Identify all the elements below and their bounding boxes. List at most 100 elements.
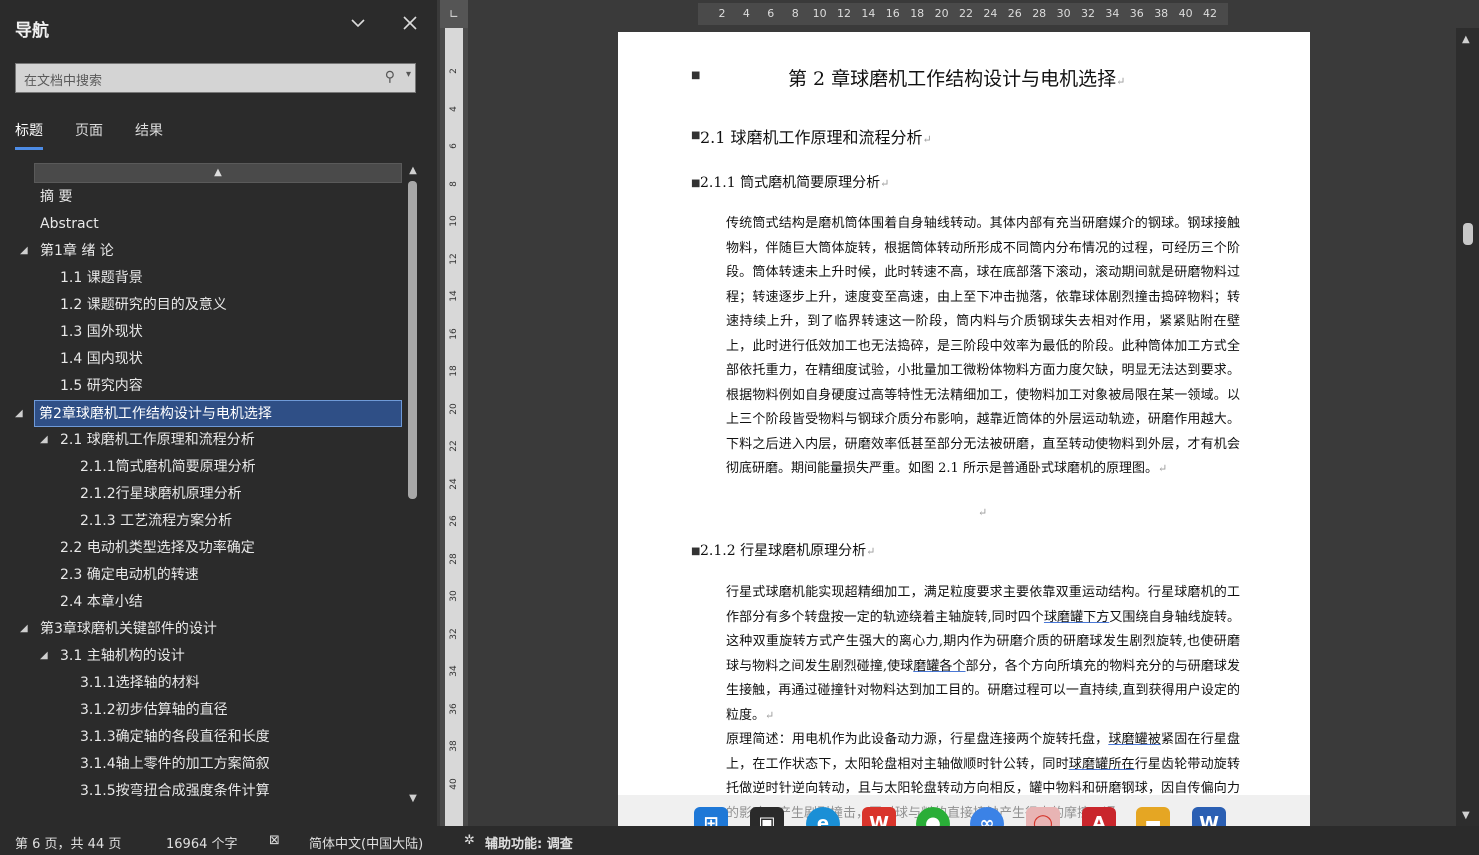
scroll-up-icon[interactable]: ▲	[1462, 34, 1470, 45]
document-scroll-thumb[interactable]	[1463, 223, 1473, 245]
tree-item-label: Abstract	[40, 216, 99, 232]
expand-triangle-icon[interactable]: ◢	[40, 427, 48, 453]
tree-item[interactable]: 1.5 研究内容	[60, 373, 143, 400]
tree-item[interactable]: 1.4 国内现状	[60, 346, 143, 373]
ruler-number: 28	[449, 552, 459, 565]
horizontal-ruler[interactable]: 2 4 6 8 10 12 14 16 18 20 22 24 26 28 30 32 34 36 38 40 42	[472, 0, 1452, 28]
nav-scroll-thumb[interactable]	[408, 181, 417, 499]
heading-3-a[interactable]: 2.1.1 筒式磨机简要原理分析↵	[700, 172, 889, 192]
ruler-number: 4	[449, 105, 459, 112]
ruler-number: 38	[449, 740, 459, 752]
paragraph-2[interactable]: 行星式球磨机能实现超精细加工，满足粒度要求主要依靠双重运动结构。行星球磨机的工作…	[700, 581, 1240, 826]
ruler-number: 34	[449, 665, 459, 677]
expand-triangle-icon[interactable]: ◢	[15, 401, 23, 427]
tree-item[interactable]: 2.2 电动机类型选择及功率确定	[60, 535, 255, 562]
ruler-number: 38	[1154, 7, 1169, 20]
document-page[interactable]: ■ 第 2 章球磨机工作结构设计与电机选择↵ ■ 2.1 球磨机工作原理和流程分…	[618, 32, 1310, 826]
tab-selector-icon[interactable]: ∟	[440, 0, 468, 28]
tree-item[interactable]: 3.1.3确定轴的各段直径和长度	[80, 724, 270, 751]
nav-title: 导航	[15, 21, 49, 41]
accessibility-icon[interactable]: ✲	[464, 833, 475, 848]
scroll-down-icon[interactable]: ▼	[1462, 810, 1470, 821]
ruler-number: 32	[449, 627, 459, 640]
scroll-up-arrow-icon[interactable]: ▲	[34, 163, 402, 183]
page-count[interactable]: 第 6 页，共 44 页	[15, 833, 121, 852]
ruler-number: 2	[718, 7, 726, 20]
tree-item[interactable]: ◢ 3.1 主轴机构的设计	[40, 643, 185, 670]
tree-item-selected[interactable]: ◢ 第2章球磨机工作结构设计与电机选择	[15, 400, 402, 427]
proofing-icon[interactable]: ⊠	[269, 833, 280, 848]
tree-item[interactable]: ◢ 第3章球磨机关键部件的设计	[20, 616, 217, 643]
tree-item[interactable]: Abstract	[40, 211, 99, 238]
tree-item[interactable]: ◢ 第1章 绪 论	[20, 238, 114, 265]
close-icon[interactable]	[398, 14, 422, 38]
ruler-number: 14	[449, 290, 459, 302]
word-count[interactable]: 16964 个字	[166, 833, 238, 852]
nav-scrollbar[interactable]: ▲ ▼	[405, 163, 421, 808]
ruler-number: 40	[1178, 7, 1193, 20]
tree-item-label: 2.1.2行星球磨机原理分析	[80, 486, 242, 502]
accessibility-status[interactable]: 辅助功能: 调查	[485, 833, 573, 852]
tree-item[interactable]: 2.1.2行星球磨机原理分析	[80, 481, 242, 508]
tree-item[interactable]: 2.1.1筒式磨机简要原理分析	[80, 454, 256, 481]
ruler-number: 30	[1056, 7, 1071, 20]
tab-results[interactable]: 结果	[135, 120, 163, 140]
tree-item-label: 1.2 课题研究的目的及意义	[60, 297, 227, 313]
tree-item[interactable]: 3.1.1选择轴的材料	[80, 670, 200, 697]
ruler-number: 4	[742, 7, 750, 20]
document-scrollbar[interactable]: ▲ ▼	[1456, 28, 1479, 826]
tab-headings[interactable]: 标题	[15, 120, 43, 150]
tree-item-label: 1.5 研究内容	[60, 378, 143, 394]
tree-item-label: 1.1 课题背景	[60, 270, 143, 286]
ruler-number: 26	[1007, 7, 1022, 20]
search-input[interactable]: 在文档中搜索 ⚲ ▾	[15, 63, 416, 93]
tree-item-label: 3.1.3确定轴的各段直径和长度	[80, 729, 270, 745]
heading-2[interactable]: 2.1 球磨机工作原理和流程分析↵	[700, 124, 932, 148]
tree-item-label: 2.4 本章小结	[60, 594, 143, 610]
language-indicator[interactable]: 简体中文(中国大陆)	[309, 833, 423, 852]
tree-item[interactable]: 2.4 本章小结	[60, 589, 143, 616]
ruler-number: 26	[449, 515, 459, 527]
tab-pages[interactable]: 页面	[75, 120, 103, 140]
tree-item[interactable]: 1.2 课题研究的目的及意义	[60, 292, 227, 319]
chapter-title[interactable]: 第 2 章球磨机工作结构设计与电机选择↵	[788, 64, 1125, 91]
tree-item[interactable]: 3.1.5按弯扭合成强度条件计算	[80, 778, 270, 799]
ruler-number: 34	[1105, 7, 1120, 20]
tree-item-label: 2.3 确定电动机的转速	[60, 567, 199, 583]
tree-item[interactable]: 2.3 确定电动机的转速	[60, 562, 199, 589]
search-dropdown-icon[interactable]: ▾	[406, 69, 411, 80]
paragraph-1[interactable]: 传统筒式结构是磨机筒体围着自身轴线转动。其体内部有充当研磨媒介的钢球。钢球接触物…	[700, 212, 1240, 482]
ruler-number: 12	[837, 7, 851, 20]
tree-item[interactable]: 3.1.2初步估算轴的直径	[80, 697, 228, 724]
tree-item[interactable]: 3.1.4轴上零件的加工方案简叙	[80, 751, 270, 778]
tree-item-label: 3.1.5按弯扭合成强度条件计算	[80, 783, 270, 799]
tree-item-label: 摘 要	[40, 189, 73, 205]
ruler-number: 32	[1081, 7, 1095, 20]
tree-item[interactable]: 1.3 国外现状	[60, 319, 143, 346]
tree-item-label: 第3章球磨机关键部件的设计	[40, 621, 217, 637]
scroll-down-icon[interactable]: ▼	[407, 793, 419, 804]
expand-triangle-icon[interactable]: ◢	[40, 643, 48, 669]
status-bar: 第 6 页，共 44 页 16964 个字 ⊠ 简体中文(中国大陆) ✲ 辅助功…	[0, 826, 1479, 855]
ruler-number: 24	[983, 7, 998, 20]
tree-item[interactable]: ◢ 2.1 球磨机工作原理和流程分析	[40, 427, 255, 454]
ruler-number: 18	[449, 365, 459, 377]
expand-triangle-icon[interactable]: ◢	[20, 616, 28, 642]
tree-item[interactable]: 2.1.3 工艺流程方案分析	[80, 508, 232, 535]
ruler-number: 16	[885, 7, 900, 20]
scroll-up-icon[interactable]: ▲	[407, 165, 419, 176]
heading-3-b[interactable]: 2.1.2 行星球磨机原理分析↵	[700, 540, 875, 560]
ruler-number: 22	[449, 440, 459, 452]
tree-item[interactable]: 摘 要	[40, 184, 72, 211]
search-icon[interactable]: ⚲	[385, 69, 395, 85]
expand-triangle-icon[interactable]: ◢	[20, 238, 28, 264]
ruler-number: 36	[449, 702, 459, 715]
ruler-number: 12	[449, 252, 459, 265]
tree-item-label: 3.1.4轴上零件的加工方案简叙	[80, 756, 270, 772]
nav-options-chevron-icon[interactable]	[346, 14, 370, 38]
vertical-ruler[interactable]: 2 4 6 8 10 12 14 16 18 20 22 24 26 28 30 32 34 36 38 40	[440, 28, 468, 828]
ruler-number: 10	[812, 7, 827, 20]
document-canvas[interactable]: ■ 第 2 章球磨机工作结构设计与电机选择↵ ■ 2.1 球磨机工作原理和流程分…	[472, 28, 1452, 826]
tree-item[interactable]: 1.1 课题背景	[60, 265, 143, 292]
tree-item-label: 2.2 电动机类型选择及功率确定	[60, 540, 255, 556]
